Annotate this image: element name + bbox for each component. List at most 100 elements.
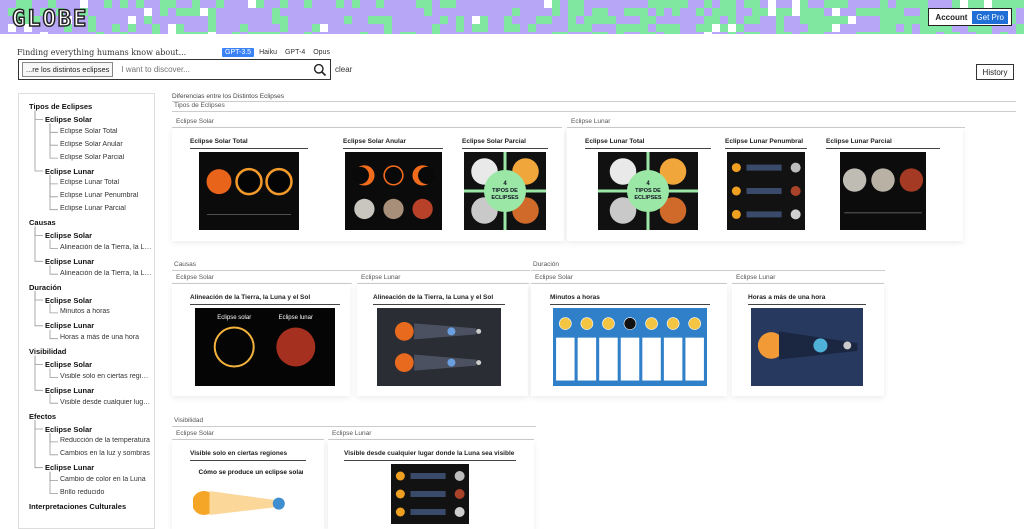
pixel-cell — [928, 32, 936, 34]
card-title[interactable]: Eclipse Solar Anular — [343, 138, 406, 145]
model-haiku-option[interactable]: Haiku — [256, 48, 280, 57]
logo[interactable]: GLOBE — [11, 6, 88, 33]
card-title[interactable]: Horas a más de una hora — [748, 294, 825, 301]
sidebar-item[interactable]: Horas a más de una hora — [60, 334, 152, 341]
pixel-cell — [552, 0, 560, 8]
account-link[interactable]: Account — [935, 13, 967, 22]
search-input[interactable] — [113, 65, 313, 74]
sidebar-group[interactable]: Eclipse Solar — [45, 115, 152, 124]
history-button[interactable]: History — [976, 64, 1014, 80]
pixel-cell — [632, 24, 640, 32]
sidebar-item[interactable]: Visible solo en ciertas regiones — [60, 373, 152, 380]
sidebar-section[interactable]: Visibilidad — [29, 347, 152, 356]
sidebar-item[interactable]: Eclipse Solar Parcial — [60, 154, 152, 161]
sidebar-item[interactable]: Brillo reducido — [60, 489, 152, 496]
card-thumbnail[interactable] — [377, 308, 501, 386]
pixel-cell — [424, 0, 432, 8]
get-pro-button[interactable]: Get Pro — [972, 10, 1008, 24]
card-thumbnail[interactable] — [199, 152, 299, 230]
group-title[interactable]: Eclipse Lunar — [736, 274, 775, 281]
card-title[interactable]: Eclipse Lunar Parcial — [826, 138, 892, 145]
model-gpt35-option[interactable]: GPT-3.5 — [222, 48, 255, 57]
pixel-cell — [384, 24, 392, 32]
pixel-cell — [952, 32, 960, 34]
card-title[interactable]: Eclipse Solar Total — [190, 138, 248, 145]
card-title[interactable]: Visible solo en ciertas regiones — [190, 450, 287, 457]
card-thumbnail[interactable] — [840, 152, 926, 230]
info-column — [599, 337, 618, 381]
card-thumbnail[interactable] — [344, 152, 442, 230]
sidebar-section[interactable]: Interpretaciones Culturales — [29, 502, 152, 511]
sidebar-item[interactable]: Visible desde cualquier lugar donde la L… — [60, 399, 152, 406]
group-title[interactable]: Eclipse Lunar — [571, 118, 610, 125]
sidebar-section[interactable]: Duración — [29, 283, 152, 292]
sidebar-item[interactable]: Reducción de la temperatura — [60, 437, 152, 444]
sidebar-item[interactable]: Cambios en la luz y sombras — [60, 450, 152, 457]
card-thumbnail[interactable]: Cómo se produce un eclipse solar — [193, 464, 303, 524]
pixel-cell — [792, 8, 800, 16]
group-title[interactable]: Eclipse Solar — [535, 274, 573, 281]
pixel-cell — [832, 8, 840, 16]
model-gpt4-option[interactable]: GPT-4 — [282, 48, 308, 57]
pixel-cell — [240, 24, 248, 32]
pixel-cell — [472, 24, 480, 32]
group-title[interactable]: Eclipse Lunar — [332, 430, 371, 437]
pixel-cell — [128, 24, 136, 32]
sidebar-section[interactable]: Tipos de Eclipses — [29, 102, 152, 111]
card-title[interactable]: Alineación de la Tierra, la Luna y el So… — [190, 294, 310, 301]
sidebar-group[interactable]: Eclipse Lunar — [45, 386, 152, 395]
sidebar-group[interactable]: Eclipse Lunar — [45, 321, 152, 330]
card-thumbnail[interactable] — [751, 308, 863, 386]
sidebar-item[interactable]: Cambio de color en la Luna — [60, 476, 152, 483]
card-thumbnail[interactable] — [391, 464, 469, 524]
tree-connector — [49, 123, 58, 146]
sidebar-item[interactable]: Eclipse Solar Anular — [60, 141, 152, 148]
pixel-cell — [184, 32, 192, 34]
account-area[interactable]: Account Get Pro — [928, 8, 1012, 26]
pixel-cell — [408, 32, 416, 34]
pixel-cell — [704, 32, 712, 34]
sidebar-item[interactable]: Eclipse Lunar Penumbral — [60, 192, 152, 199]
card-title[interactable]: Eclipse Solar Parcial — [462, 138, 526, 145]
sidebar-item[interactable]: Alineación de la Tierra, la Luna y el So… — [60, 270, 152, 277]
moon-phase — [790, 162, 801, 173]
group-title[interactable]: Eclipse Solar — [176, 118, 214, 125]
sidebar-item[interactable]: Minutos a horas — [60, 308, 152, 315]
group-title[interactable]: Eclipse Solar — [176, 274, 214, 281]
sidebar-group[interactable]: Eclipse Lunar — [45, 257, 152, 266]
pixel-cell — [304, 32, 312, 34]
info-column — [685, 337, 704, 381]
pixel-cell — [576, 8, 584, 16]
card-title[interactable]: Eclipse Lunar Penumbral — [725, 138, 803, 145]
card-title[interactable]: Minutos a horas — [550, 294, 600, 301]
sidebar-section[interactable]: Causas — [29, 218, 152, 227]
sidebar-group[interactable]: Eclipse Solar — [45, 360, 152, 369]
sidebar-item[interactable]: Eclipse Solar Total — [60, 128, 152, 135]
model-opus-option[interactable]: Opus — [310, 48, 333, 57]
card-thumbnail[interactable]: Eclipse solar Eclipse lunar — [195, 308, 335, 386]
sidebar-group[interactable]: Eclipse Solar — [45, 425, 152, 434]
sidebar-section[interactable]: Efectos — [29, 412, 152, 421]
card-thumbnail[interactable] — [553, 308, 707, 386]
group-title[interactable]: Eclipse Solar — [176, 430, 214, 437]
sidebar-group[interactable]: Eclipse Lunar — [45, 463, 152, 472]
card-thumbnail[interactable] — [727, 152, 805, 230]
card-thumbnail[interactable]: 4 TIPOS DE ECLIPSES — [464, 152, 546, 230]
pixel-cell — [648, 32, 656, 34]
sidebar-group[interactable]: Eclipse Solar — [45, 231, 152, 240]
card-title[interactable]: Alineación de la Tierra, la Luna y el So… — [373, 294, 493, 301]
pixel-cell — [968, 0, 976, 8]
topic-chip[interactable]: ...re los distintos eclipses — [22, 62, 114, 77]
card-title[interactable]: Visible desde cualquier lugar donde la L… — [344, 450, 514, 457]
thumb-caption: Cómo se produce un eclipse solar — [199, 469, 304, 476]
card-thumbnail[interactable]: 4 TIPOS DE ECLIPSES — [598, 152, 698, 230]
card-title[interactable]: Eclipse Lunar Total — [585, 138, 644, 145]
search-icon[interactable] — [313, 63, 327, 77]
group-title[interactable]: Eclipse Lunar — [361, 274, 400, 281]
sidebar-item[interactable]: Eclipse Lunar Total — [60, 179, 152, 186]
clear-button[interactable]: clear — [335, 65, 352, 74]
sidebar-group[interactable]: Eclipse Solar — [45, 296, 152, 305]
sidebar-group[interactable]: Eclipse Lunar — [45, 167, 152, 176]
sidebar-item[interactable]: Alineación de la Tierra, la Luna y el So… — [60, 244, 152, 251]
sidebar-item[interactable]: Eclipse Lunar Parcial — [60, 205, 152, 212]
